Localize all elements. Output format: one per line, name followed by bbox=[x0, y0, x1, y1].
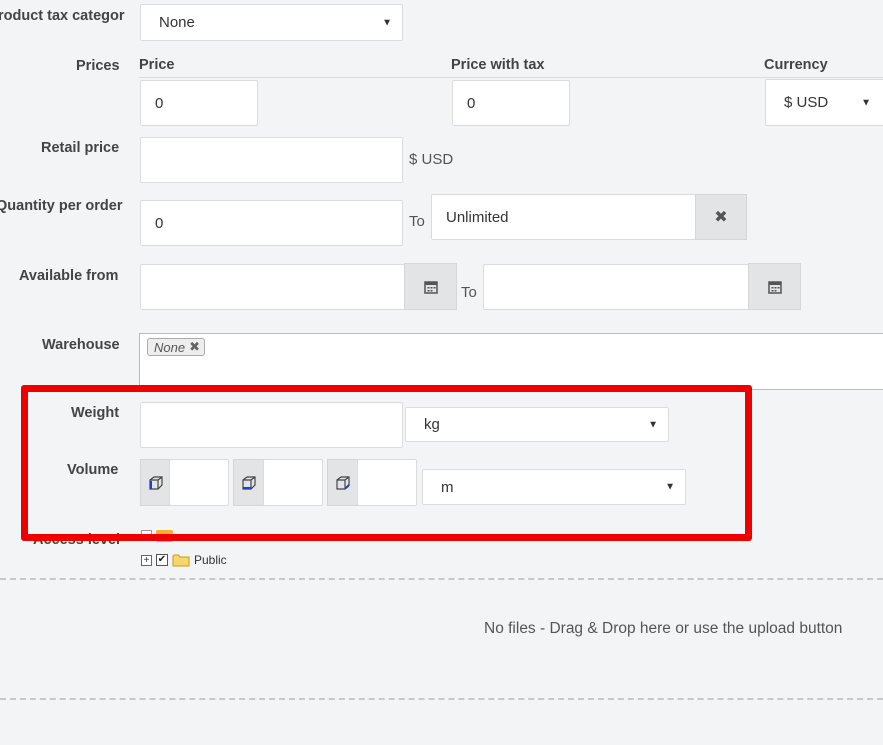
retail-price-input[interactable] bbox=[140, 137, 403, 183]
currency-column-header: Currency bbox=[764, 57, 828, 73]
checkbox-icon[interactable]: ✔ bbox=[156, 554, 168, 566]
available-from-label: Available from bbox=[19, 268, 119, 284]
price-with-tax-column-header: Price with tax bbox=[451, 57, 545, 73]
product-tax-value: None bbox=[159, 14, 195, 31]
retail-price-label: Retail price bbox=[41, 140, 120, 156]
clear-quantity-button[interactable]: ✖ bbox=[695, 194, 747, 240]
price-input[interactable]: 0 bbox=[140, 80, 258, 126]
quantity-per-order-label: Quantity per order bbox=[0, 198, 123, 214]
caret-down-icon: ▼ bbox=[861, 97, 871, 108]
available-to-input[interactable] bbox=[483, 264, 749, 310]
product-tax-label: roduct tax categor bbox=[0, 8, 125, 24]
quantity-to-label: To bbox=[409, 213, 425, 230]
currency-select[interactable]: $ USD ▼ bbox=[765, 79, 883, 126]
warehouse-label: Warehouse bbox=[42, 337, 120, 353]
retail-currency-text: $ USD bbox=[409, 151, 454, 168]
available-from-input[interactable] bbox=[140, 264, 405, 310]
folder-icon bbox=[172, 554, 190, 567]
access-tree-item[interactable]: + ✔ Public bbox=[141, 551, 227, 569]
highlight-box bbox=[21, 385, 752, 541]
quantity-to-value: Unlimited bbox=[446, 208, 509, 226]
caret-down-icon: ▼ bbox=[382, 17, 392, 28]
upload-area-top-border bbox=[0, 578, 883, 580]
available-to-label: To bbox=[461, 284, 477, 301]
price-column-header: Price bbox=[139, 57, 175, 73]
price-with-tax-value: 0 bbox=[467, 94, 476, 112]
warehouse-multiselect[interactable]: None ✖ bbox=[139, 333, 883, 390]
warehouse-tag-label: None bbox=[154, 339, 186, 355]
available-from-calendar-button[interactable] bbox=[404, 263, 457, 310]
price-value: 0 bbox=[155, 94, 164, 112]
currency-value: $ USD bbox=[784, 94, 829, 111]
quantity-from-value: 0 bbox=[155, 214, 164, 232]
prices-label: Prices bbox=[76, 58, 120, 74]
expand-icon[interactable]: + bbox=[141, 554, 152, 566]
quantity-from-input[interactable]: 0 bbox=[140, 200, 403, 246]
upload-empty-text: No files - Drag & Drop here or use the u… bbox=[484, 620, 843, 637]
close-icon[interactable]: ✖ bbox=[189, 339, 200, 355]
product-tax-select[interactable]: None ▼ bbox=[140, 4, 403, 41]
quantity-to-input[interactable]: Unlimited bbox=[431, 194, 696, 240]
available-to-calendar-button[interactable] bbox=[748, 263, 801, 310]
prices-header-divider bbox=[139, 77, 883, 78]
price-with-tax-input[interactable]: 0 bbox=[452, 80, 570, 126]
upload-area-bottom-border bbox=[0, 698, 883, 700]
close-icon: ✖ bbox=[714, 209, 728, 226]
calendar-icon bbox=[767, 280, 782, 294]
access-tree-item-label: Public bbox=[194, 553, 227, 567]
calendar-icon bbox=[423, 280, 438, 294]
warehouse-tag[interactable]: None ✖ bbox=[147, 338, 205, 356]
